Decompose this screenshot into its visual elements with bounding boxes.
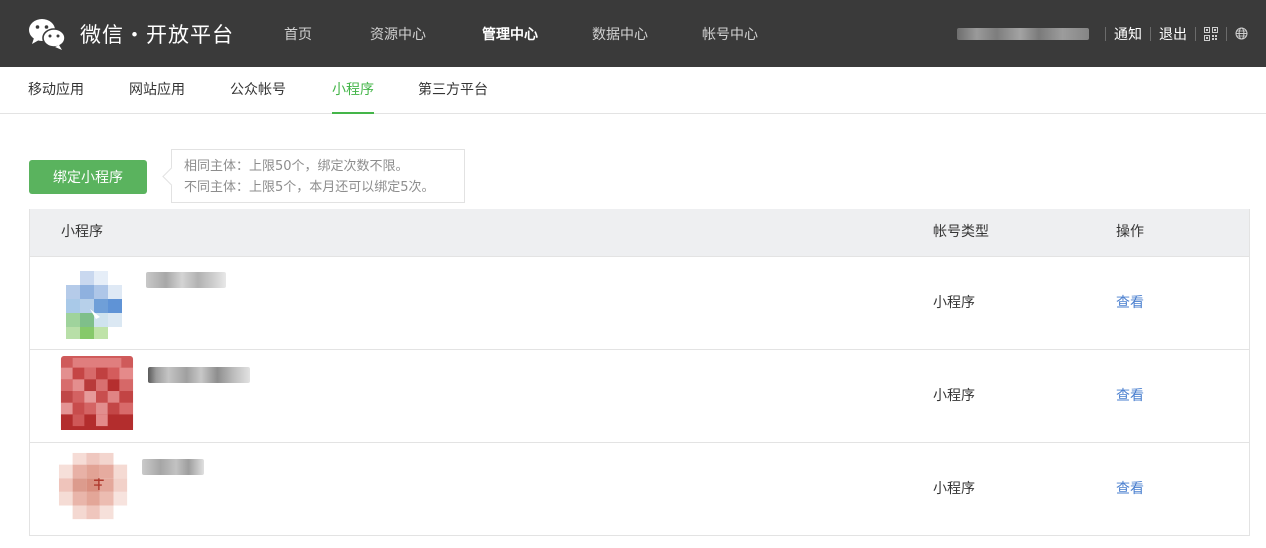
view-link[interactable]: 查看 [1116,443,1144,536]
mini-program-name-redacted [148,367,250,383]
tab-third-party[interactable]: 第三方平台 [418,67,488,114]
tab-mini-programs[interactable]: 小程序 [332,67,374,114]
top-bar: 微信・开放平台 首页 资源中心 管理中心 数据中心 帐号中心 通知 退出 [0,0,1266,67]
logout-link[interactable]: 退出 [1159,24,1187,44]
nav-item-account[interactable]: 帐号中心 [682,24,778,44]
divider [1226,26,1227,41]
bind-limit-tip: 相同主体：上限50个，绑定次数不限。 不同主体：上限5个，本月还可以绑定5次。 [171,149,465,203]
user-name-redacted[interactable] [957,27,1089,40]
mini-program-table: 小程序 帐号类型 操作 小程序 查看 小程序 查看 小程序 查看 [29,209,1250,536]
view-link[interactable]: 查看 [1116,350,1144,443]
user-area: 通知 退出 [957,0,1248,67]
tab-website-apps[interactable]: 网站应用 [129,67,185,114]
mini-program-avatar [66,271,122,339]
view-link[interactable]: 查看 [1116,257,1144,350]
divider [1195,26,1196,41]
mini-program-name-redacted [142,459,204,475]
account-type: 小程序 [933,295,975,311]
table-header: 小程序 帐号类型 操作 [30,209,1249,256]
table-row: 小程序 查看 [30,256,1249,349]
column-header-action: 操作 [1116,224,1144,240]
mini-program-name-redacted [146,272,226,288]
bind-mini-program-button[interactable]: 绑定小程序 [29,160,147,194]
tab-official-accounts[interactable]: 公众帐号 [230,67,286,114]
table-row: 小程序 查看 [30,442,1249,535]
notify-link[interactable]: 通知 [1114,24,1142,44]
divider [1105,26,1106,41]
tab-mobile-apps[interactable]: 移动应用 [28,67,84,114]
column-header-name: 小程序 [61,224,103,240]
globe-icon[interactable] [1235,27,1248,40]
qr-code-icon[interactable] [1204,26,1218,41]
account-type: 小程序 [933,481,975,497]
brand-name: 微信・开放平台 [80,23,234,47]
divider [1150,26,1151,41]
nav-item-management[interactable]: 管理中心 [462,24,558,44]
main-nav: 首页 资源中心 管理中心 数据中心 帐号中心 [264,0,778,67]
wechat-logo-icon [28,17,66,51]
table-row: 小程序 查看 [30,349,1249,442]
nav-item-resources[interactable]: 资源中心 [350,24,446,44]
tip-different-entity: 不同主体：上限5个，本月还可以绑定5次。 [184,180,435,195]
brand-logo[interactable]: 微信・开放平台 [28,16,234,52]
column-header-type: 帐号类型 [933,224,989,240]
sub-nav: 移动应用 网站应用 公众帐号 小程序 第三方平台 [0,67,1266,114]
mini-program-avatar [60,356,134,430]
tip-same-entity: 相同主体：上限50个，绑定次数不限。 [184,159,409,174]
nav-item-home[interactable]: 首页 [264,24,332,44]
nav-item-data[interactable]: 数据中心 [572,24,668,44]
account-type: 小程序 [933,388,975,404]
mini-program-avatar [58,452,128,520]
